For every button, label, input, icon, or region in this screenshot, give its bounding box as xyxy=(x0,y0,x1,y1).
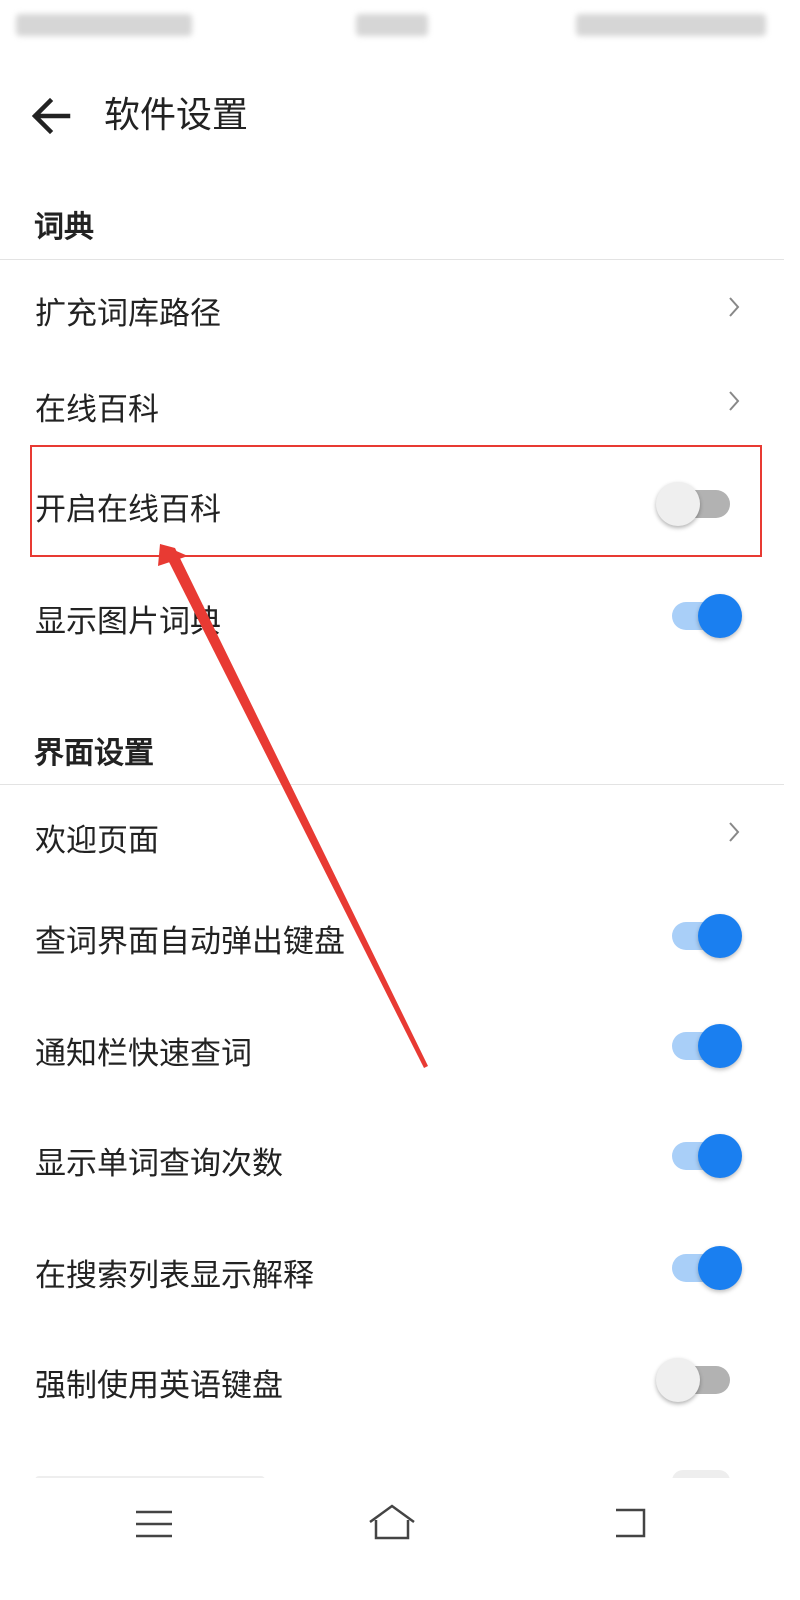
toggle-switch-on[interactable] xyxy=(652,590,746,642)
setting-label: 通知栏快速查词 xyxy=(35,1036,252,1072)
toggle-knob xyxy=(698,1024,742,1068)
setting-label: 查词界面自动弹出键盘 xyxy=(35,924,345,960)
page-title: 软件设置 xyxy=(104,95,249,136)
setting-label: 显示单词查询次数 xyxy=(35,1146,283,1182)
setting-label: 扩充词库路径 xyxy=(35,296,221,332)
toggle-switch-on[interactable] xyxy=(652,1020,746,1072)
toggle-knob xyxy=(698,1246,742,1290)
chevron-right-icon xyxy=(729,391,740,411)
toggle-knob xyxy=(698,1134,742,1178)
back-button[interactable] xyxy=(24,90,76,142)
chevron-right-icon xyxy=(729,297,740,317)
setting-row-online-wiki[interactable]: 在线百科 xyxy=(0,356,784,446)
setting-row-show-count: 显示单词查询次数 xyxy=(0,1102,784,1214)
setting-row-force-english-kb: 强制使用英语键盘 xyxy=(0,1324,784,1436)
status-time-blurred xyxy=(356,14,428,36)
setting-row-expand-path[interactable]: 扩充词库路径 xyxy=(0,260,784,356)
toggle-switch-off[interactable] xyxy=(652,1354,746,1406)
setting-label: 在线百科 xyxy=(35,392,159,428)
toggle-knob xyxy=(698,594,742,638)
app-bar: 软件设置 xyxy=(0,56,784,172)
nav-back-button[interactable] xyxy=(600,1498,660,1548)
menu-icon xyxy=(136,1510,172,1538)
nav-home-button[interactable] xyxy=(362,1498,422,1548)
toggle-switch-on[interactable] xyxy=(652,910,746,962)
setting-label: 显示图片词典 xyxy=(35,604,221,640)
toggle-switch-on[interactable] xyxy=(652,1130,746,1182)
status-bar xyxy=(0,0,784,56)
system-nav-bar xyxy=(0,1478,784,1568)
setting-label: 在搜索列表显示解释 xyxy=(35,1258,314,1294)
setting-row-welcome-page[interactable]: 欢迎页面 xyxy=(0,785,784,881)
status-right-blurred xyxy=(576,14,766,36)
nav-menu-button[interactable] xyxy=(124,1498,184,1548)
arrow-left-icon xyxy=(31,97,71,135)
toggle-knob xyxy=(656,1358,700,1402)
setting-row-show-explain: 在搜索列表显示解释 xyxy=(0,1214,784,1324)
toggle-switch-on[interactable] xyxy=(652,1242,746,1294)
setting-label: 强制使用英语键盘 xyxy=(35,1368,283,1404)
toggle-knob xyxy=(698,914,742,958)
section-header-dictionary: 词典 xyxy=(34,210,94,245)
section-header-interface: 界面设置 xyxy=(34,736,154,771)
setting-row-notify-quick: 通知栏快速查词 xyxy=(0,992,784,1102)
back-icon xyxy=(616,1508,646,1538)
annotation-highlight-box xyxy=(30,445,762,557)
setting-row-auto-keyboard: 查词界面自动弹出键盘 xyxy=(0,880,784,992)
home-icon xyxy=(369,1504,415,1540)
chevron-right-icon xyxy=(729,822,740,842)
setting-row-show-image-dict: 显示图片词典 xyxy=(0,558,784,672)
status-left-blurred xyxy=(16,14,192,36)
setting-label: 欢迎页面 xyxy=(35,823,159,859)
